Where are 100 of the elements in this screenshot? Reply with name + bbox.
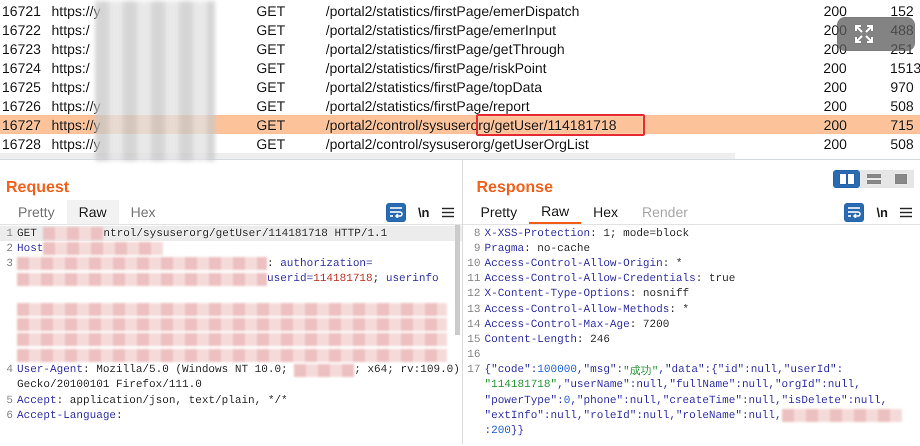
tab[interactable]: Pretty (468, 200, 530, 224)
table-cell-text: /portal2/statistics/firstPage/emerDispatch (324, 2, 580, 18)
table-cell-text: 152 (889, 2, 915, 18)
code-text: : (267, 258, 275, 270)
tab[interactable]: Pretty (6, 200, 67, 224)
code-text: Access-Control-Allow-Methods (484, 304, 670, 316)
code-text: 100000 (537, 364, 577, 376)
wrap-icon (847, 206, 862, 218)
table-cell-text: GET (255, 60, 286, 76)
tab[interactable]: Raw (529, 200, 582, 224)
pane-title: Response (476, 179, 553, 198)
code-text: 0 (564, 394, 570, 407)
tab[interactable]: Raw (66, 200, 119, 224)
table-cell-text: GET (255, 116, 286, 132)
tab[interactable]: Hex (118, 200, 168, 224)
code-text: : nosniff (630, 288, 690, 300)
line-number: 11 (466, 273, 482, 286)
code-text: "powerType": (484, 394, 564, 407)
wrap-button[interactable] (844, 202, 864, 222)
table-cell-text: 200 (822, 78, 848, 94)
layout-toggle-button[interactable] (833, 170, 860, 188)
code-text: ; (372, 273, 380, 286)
code-text: ,"userName":null,"fullName":null,"orgId":null, (557, 379, 861, 392)
code-text: {"code": (484, 364, 538, 376)
line-number: 6 (5, 410, 14, 422)
code-text: Accept-Language (17, 410, 116, 422)
layout-toggle-button[interactable] (860, 170, 887, 188)
table-cell-text: GET (255, 98, 286, 114)
code-text: Access-Control-Max-Age (484, 318, 630, 331)
table-cell-text: 508 (889, 98, 915, 114)
code-text: : no-cache (524, 242, 590, 255)
table-cell-text: 16727 (1, 116, 42, 132)
table-cell-text: 200 (822, 60, 848, 76)
code-text: Gecko/20100101 Firefox/111.0 (17, 379, 202, 392)
table-cell-text: /portal2/statistics/firstPage/topData (324, 78, 544, 94)
columns-icon (838, 173, 854, 185)
line-number: 4 (5, 364, 14, 376)
menu-icon[interactable] (442, 206, 454, 218)
table-cell-text: 16723 (1, 40, 42, 56)
code-text: "114181718" (484, 379, 558, 392)
code-text: : true (696, 273, 736, 286)
redaction-blur (43, 227, 104, 240)
table-cell-text: GET (255, 2, 286, 18)
layout-toggle-button[interactable] (887, 170, 914, 188)
table-cell-text: 16728 (1, 136, 42, 152)
line-number: 5 (5, 394, 14, 407)
code-text: : 7200 (630, 318, 670, 331)
code-text: ,"phone":null,"createTime":null,"isDelete":null, (570, 394, 888, 407)
table-cell-text: https://y (50, 98, 102, 114)
table-cell-text: 508 (889, 136, 915, 152)
table-cell-text: GET (255, 22, 286, 38)
line-number: 10 (466, 258, 482, 270)
table-cell-text: GET (255, 78, 286, 94)
tab[interactable]: Hex (581, 200, 630, 224)
table-cell-text: https:/ (50, 78, 91, 94)
table-cell-text: /portal2/statistics/firstPage/getThrough (324, 40, 566, 56)
square-icon (892, 173, 908, 185)
code-text: : (116, 410, 123, 422)
menu-icon[interactable] (900, 206, 912, 218)
line-number: 12 (466, 288, 482, 300)
line-number: 3 (5, 258, 14, 270)
code-text: X-XSS-Protection (484, 228, 590, 240)
code-text: Accept (17, 394, 57, 407)
table-cell-text: GET (255, 136, 286, 152)
table-cell-text: 16721 (1, 2, 42, 18)
code-text: Pragma (484, 242, 524, 255)
line-number: 2 (5, 242, 14, 255)
table-cell-text: https:/ (50, 60, 91, 76)
wrap-button[interactable] (386, 202, 406, 222)
code-text: ,"data":{"id":null,"userId": (658, 364, 844, 376)
newline-toggle[interactable]: \n (864, 204, 900, 220)
code-text: : 1; mode=block (590, 228, 690, 240)
code-text: ntrol/sysuserorg/getUser/114181718 HTTP/1.1 (103, 228, 388, 240)
table-cell-text: 16724 (1, 60, 42, 76)
table-cell-text: 16726 (1, 98, 42, 114)
code-text: Host (17, 242, 44, 255)
line-number: 9 (472, 242, 482, 255)
line-number: 8 (472, 228, 482, 240)
table-cell-text: 970 (889, 78, 915, 94)
expand-icon (853, 23, 875, 45)
line-number: 16 (466, 349, 482, 362)
line-number: 1 (5, 228, 14, 240)
newline-toggle[interactable]: \n (406, 204, 442, 220)
table-cell-text: GET (255, 40, 286, 56)
table-cell-text: 200 (822, 40, 848, 56)
line-number: 15 (466, 334, 482, 346)
line-number: 17 (466, 364, 482, 376)
code-text: "extInfo":null,"roleId":null,"roleName":null, (484, 410, 782, 422)
table-cell-text: 200 (822, 116, 848, 132)
code-text: Access-Control-Allow-Origin (484, 258, 663, 270)
rows-icon (866, 173, 882, 185)
table-cell-text: https:/ (50, 22, 91, 38)
code-text: userid= (267, 273, 314, 286)
code-text: ; x64; rv:109.0) (354, 364, 460, 376)
code-text: Content-Length (484, 334, 577, 346)
code-text: 114181718 (313, 273, 373, 286)
code-text: : * (662, 258, 683, 270)
code-text: : Mozilla/5.0 (Windows NT 10.0; (83, 364, 289, 376)
table-cell-text: https://y (50, 136, 102, 152)
table-cell-text: /portal2/statistics/firstPage/emerInput (324, 22, 558, 38)
